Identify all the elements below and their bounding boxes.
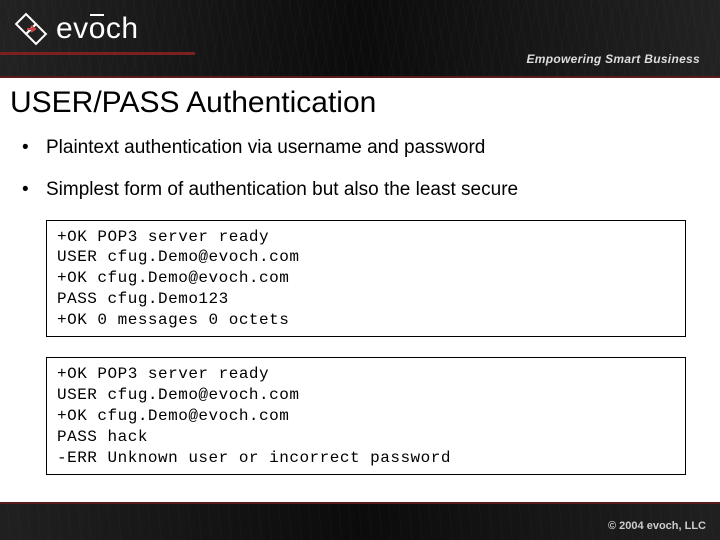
code-block-error: +OK POP3 server ready USER cfug.Demo@evo… — [46, 357, 686, 475]
slide-footer: © 2004 evoch, LLC — [0, 502, 720, 540]
logo-mark-icon — [14, 12, 48, 46]
logo-underline — [0, 52, 195, 55]
code-block-success: +OK POP3 server ready USER cfug.Demo@evo… — [46, 220, 686, 338]
bullet-item: Simplest form of authentication but also… — [22, 178, 710, 202]
slide-content: USER/PASS Authentication Plaintext authe… — [0, 78, 720, 502]
slide-title: USER/PASS Authentication — [10, 86, 710, 120]
brand-logo: evoch — [14, 12, 139, 46]
bullet-item: Plaintext authentication via username an… — [22, 136, 710, 160]
brand-tagline: Empowering Smart Business — [526, 52, 700, 66]
copyright-text: © 2004 evoch, LLC — [608, 520, 706, 532]
brand-name: evoch — [56, 12, 139, 46]
bullet-list: Plaintext authentication via username an… — [10, 136, 710, 202]
slide-header: evoch Empowering Smart Business — [0, 0, 720, 78]
